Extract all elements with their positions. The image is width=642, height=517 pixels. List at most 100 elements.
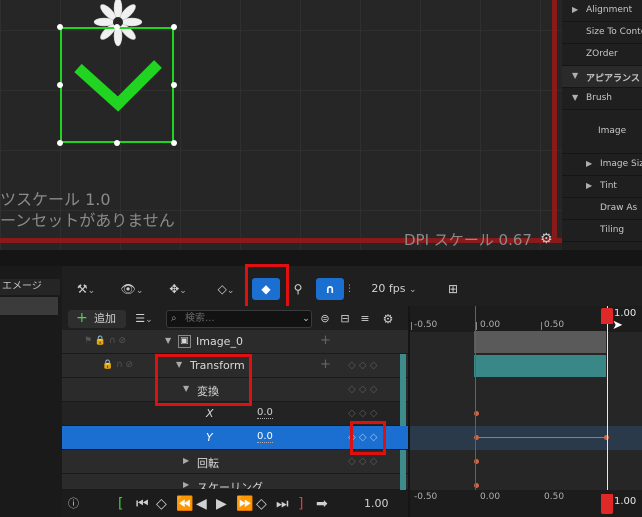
add-track-button[interactable]: + 追加 <box>68 310 126 328</box>
highlight-box <box>155 354 252 406</box>
tick-label: 0.00 <box>480 320 501 330</box>
tick-label: 0.50 <box>544 492 565 502</box>
magnet-snap-icon[interactable]: ∩ <box>316 278 344 300</box>
left-panel-tab[interactable]: エメージ <box>0 279 60 295</box>
details-row-zorder[interactable]: ZOrder <box>562 44 642 66</box>
transport-bar <box>62 490 408 517</box>
chevron-down-icon[interactable]: ▼ <box>572 93 578 102</box>
track-color-bar <box>400 354 406 426</box>
eye-icon[interactable]: 👁⌄ <box>115 278 149 300</box>
plus-icon: + <box>76 310 88 326</box>
playhead-marker-bottom[interactable] <box>601 494 613 514</box>
step-forward-icon[interactable]: ⏩ <box>236 496 253 512</box>
next-key-icon[interactable]: ◇ <box>256 496 267 512</box>
step-back-icon[interactable]: ⏪ <box>176 496 193 512</box>
panel-splitter[interactable] <box>0 250 642 266</box>
details-row-image-size[interactable]: ▶ Image Siz <box>562 154 642 176</box>
chevron-right-icon[interactable]: ▶ <box>572 5 578 14</box>
tick-label: -0.50 <box>414 492 438 502</box>
details-row-alignment[interactable]: ▶ Alignment <box>562 0 642 22</box>
track-search-input[interactable]: ⌕ 検索... <box>166 310 312 328</box>
details-row-draw-as[interactable]: Draw As <box>562 198 642 220</box>
chevron-right-icon[interactable]: ▶ <box>586 159 592 168</box>
loop-icon[interactable]: ➡ <box>316 496 328 512</box>
resize-handle[interactable] <box>114 24 120 30</box>
chevron-right-icon[interactable]: ▶ <box>183 480 189 489</box>
track-color-bar <box>400 450 406 490</box>
resize-handle[interactable] <box>57 140 63 146</box>
x-value-field[interactable]: 0.0 <box>257 407 273 419</box>
resize-handle[interactable] <box>171 140 177 146</box>
collapse-icon[interactable]: ⊜ <box>318 309 332 329</box>
track-row-scale[interactable]: ▶ スケーリング <box>62 474 408 490</box>
play-reverse-icon[interactable]: ◀ <box>196 496 207 512</box>
viewport-border <box>552 0 557 243</box>
transform-tool-icon[interactable]: ✥⌄ <box>161 278 195 300</box>
search-icon: ⌕ <box>171 313 177 324</box>
play-icon[interactable]: ▶ <box>216 496 227 512</box>
keyframe-nav-icon[interactable]: ◇ ◇ ◇ <box>348 408 377 419</box>
highlight-box <box>245 264 289 310</box>
viewport-no-preset-text: ーンセットがありません <box>0 211 175 230</box>
curve-line <box>476 437 607 438</box>
pin-icon[interactable]: ⚲ <box>291 278 305 300</box>
chevron-right-icon[interactable]: ▶ <box>183 456 189 465</box>
playhead-line[interactable] <box>607 306 608 517</box>
add-subtrack-icon[interactable]: + <box>320 357 331 372</box>
chevron-right-icon[interactable]: ▶ <box>586 181 592 190</box>
chevron-down-icon[interactable]: ▼ <box>572 71 578 80</box>
keyframe-diamond-icon[interactable]: ◇⌄ <box>209 278 243 300</box>
add-subtrack-icon[interactable]: + <box>320 333 331 348</box>
image-track-icon: ▣ <box>178 335 191 348</box>
tick-label: 0.00 <box>480 492 501 502</box>
details-row-tint[interactable]: ▶ Tint <box>562 176 642 198</box>
tick-label: -0.50 <box>414 320 438 330</box>
playback-start-bracket[interactable]: [ <box>118 496 123 512</box>
resize-handle[interactable] <box>171 82 177 88</box>
designer-viewport[interactable]: ツスケール 1.0 ーンセットがありません DPI スケール 0.67 ⚙ <box>0 0 562 250</box>
curve-editor-icon[interactable]: ⊞ <box>442 278 464 300</box>
details-row-size-to-content[interactable]: Size To Conte <box>562 22 642 44</box>
tick-label: 0.50 <box>544 320 565 330</box>
lock-icon[interactable]: ⚑ 🔒 ∩ ⊘ <box>84 336 126 346</box>
chevron-down-icon[interactable]: ⌄ <box>300 309 312 329</box>
resize-handle[interactable] <box>57 24 63 30</box>
resize-handle[interactable] <box>171 24 177 30</box>
keyframe-nav-icon[interactable]: ◇ ◇ ◇ <box>348 384 377 395</box>
section-bar-transform[interactable] <box>474 355 606 377</box>
tick <box>476 322 477 330</box>
tick <box>411 322 412 330</box>
mouse-cursor-icon: ➤ <box>612 318 623 333</box>
list-icon[interactable]: ≡ <box>358 309 372 329</box>
gear-icon[interactable]: ⚙ <box>380 309 396 329</box>
chevron-down-icon[interactable]: ▼ <box>165 336 171 345</box>
resize-handle[interactable] <box>57 82 63 88</box>
highlight-box <box>350 421 386 455</box>
expand-icon[interactable]: ⊟ <box>338 309 352 329</box>
details-section-appearance[interactable]: ▼ アピアランス <box>562 66 642 88</box>
more-options-icon[interactable]: ⋮ <box>345 278 354 300</box>
checkmark-icon <box>74 60 162 112</box>
details-row-tiling[interactable]: Tiling <box>562 220 642 242</box>
jump-to-start-icon[interactable]: ⏮ <box>136 496 149 512</box>
wrench-icon[interactable]: ⚒⌄ <box>70 278 102 300</box>
prev-key-icon[interactable]: ◇ <box>156 496 167 512</box>
details-row-brush[interactable]: ▼ Brush <box>562 88 642 110</box>
left-panel-item[interactable] <box>0 297 58 315</box>
lock-icon[interactable]: 🔒 ∩ ⊘ <box>102 360 133 370</box>
jump-to-end-icon[interactable]: ⏭ <box>276 496 289 512</box>
playback-end-bracket[interactable]: ] <box>298 496 303 512</box>
keyframe-nav-icon[interactable]: ◇ ◇ ◇ <box>348 360 377 371</box>
filter-icon[interactable]: ☰⌄ <box>130 309 158 329</box>
current-time-field[interactable]: 1.00 <box>364 496 389 512</box>
keyframe-nav-icon[interactable]: ◇ ◇ ◇ <box>348 456 377 467</box>
track-row-image[interactable]: ⚑ 🔒 ∩ ⊘ ▼ ▣ Image_0 + <box>62 330 408 354</box>
details-row-image[interactable]: Image <box>562 110 642 154</box>
details-panel: ▶ Alignment Size To Conte ZOrder ▼ アピアラン… <box>562 0 642 250</box>
fps-dropdown[interactable]: 20 fps ⌄ <box>366 278 422 300</box>
section-bar-image[interactable] <box>474 331 606 353</box>
y-value-field[interactable]: 0.0 <box>257 431 273 443</box>
resize-handle[interactable] <box>114 140 120 146</box>
info-icon[interactable]: ⓘ <box>68 496 79 512</box>
gear-icon[interactable]: ⚙ <box>540 231 553 247</box>
